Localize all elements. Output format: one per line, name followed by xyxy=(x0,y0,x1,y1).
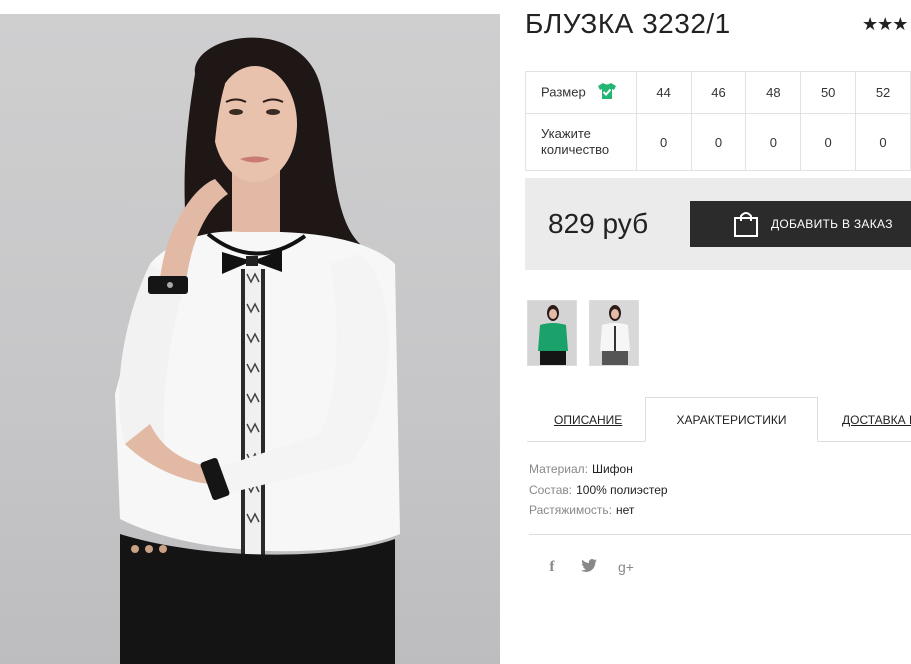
product-title: БЛУЗКА 3232/1 xyxy=(525,8,731,39)
size-cell: 48 xyxy=(745,71,802,114)
specs-list: Материал: Шифон Состав: 100% полиэстер Рас… xyxy=(529,459,668,521)
quantity-input[interactable]: 0 xyxy=(690,113,747,171)
shirt-check-icon[interactable] xyxy=(597,82,617,104)
quantity-input[interactable]: 0 xyxy=(855,113,911,171)
price-box: 829 руб ДОБАВИТЬ В ЗАКАЗ xyxy=(525,178,911,270)
size-label: Размер xyxy=(541,83,586,99)
thumbnail-green-blouse[interactable] xyxy=(527,300,577,366)
rating-stars[interactable]: ★★★ xyxy=(862,14,908,35)
social-share: f g+ xyxy=(543,559,635,576)
tab-delivery[interactable]: ДОСТАВКА И xyxy=(818,397,911,442)
product-price: 829 руб xyxy=(548,208,649,239)
facebook-icon[interactable]: f xyxy=(543,559,561,576)
spec-key: Состав: xyxy=(529,482,573,497)
size-cell: 50 xyxy=(800,71,857,114)
quantity-input[interactable]: 0 xyxy=(745,113,802,171)
product-main-image[interactable] xyxy=(0,14,500,664)
add-to-order-button[interactable]: ДОБАВИТЬ В ЗАКАЗ xyxy=(690,201,911,247)
spec-row: Материал: Шифон xyxy=(529,459,668,480)
tab-description[interactable]: ОПИСАНИЕ xyxy=(527,397,647,442)
spec-row: Состав: 100% полиэстер xyxy=(529,480,668,501)
size-cell: 46 xyxy=(690,71,747,114)
size-quantity-table: Размер 44 46 48 50 52 Укажите количество… xyxy=(525,71,911,171)
spec-key: Растяжимость: xyxy=(529,503,613,517)
size-cell: 52 xyxy=(855,71,911,114)
spec-value: Шифон xyxy=(591,462,633,476)
shopping-bag-icon xyxy=(733,210,759,241)
quantity-label: Укажите количество xyxy=(525,113,637,171)
size-cell: 44 xyxy=(635,71,692,114)
quantity-row: Укажите количество 0 0 0 0 0 xyxy=(525,113,911,171)
google-plus-icon[interactable]: g+ xyxy=(617,559,635,576)
thumbnail-white-blouse[interactable] xyxy=(589,300,639,366)
twitter-icon[interactable] xyxy=(580,559,598,576)
spec-value: нет xyxy=(616,503,635,517)
size-row: Размер 44 46 48 50 52 xyxy=(525,71,911,114)
add-to-order-label: ДОБАВИТЬ В ЗАКАЗ xyxy=(771,217,893,231)
product-tabs: ОПИСАНИЕ ХАРАКТЕРИСТИКИ ДОСТАВКА И xyxy=(527,397,911,442)
spec-value: 100% полиэстер xyxy=(576,482,668,497)
spec-key: Материал: xyxy=(529,462,588,476)
size-label-cell: Размер xyxy=(525,71,637,114)
divider xyxy=(529,534,911,535)
spec-row: Растяжимость: нет xyxy=(529,500,668,521)
tab-characteristics[interactable]: ХАРАКТЕРИСТИКИ xyxy=(645,397,818,442)
quantity-input[interactable]: 0 xyxy=(800,113,857,171)
quantity-input[interactable]: 0 xyxy=(635,113,692,171)
